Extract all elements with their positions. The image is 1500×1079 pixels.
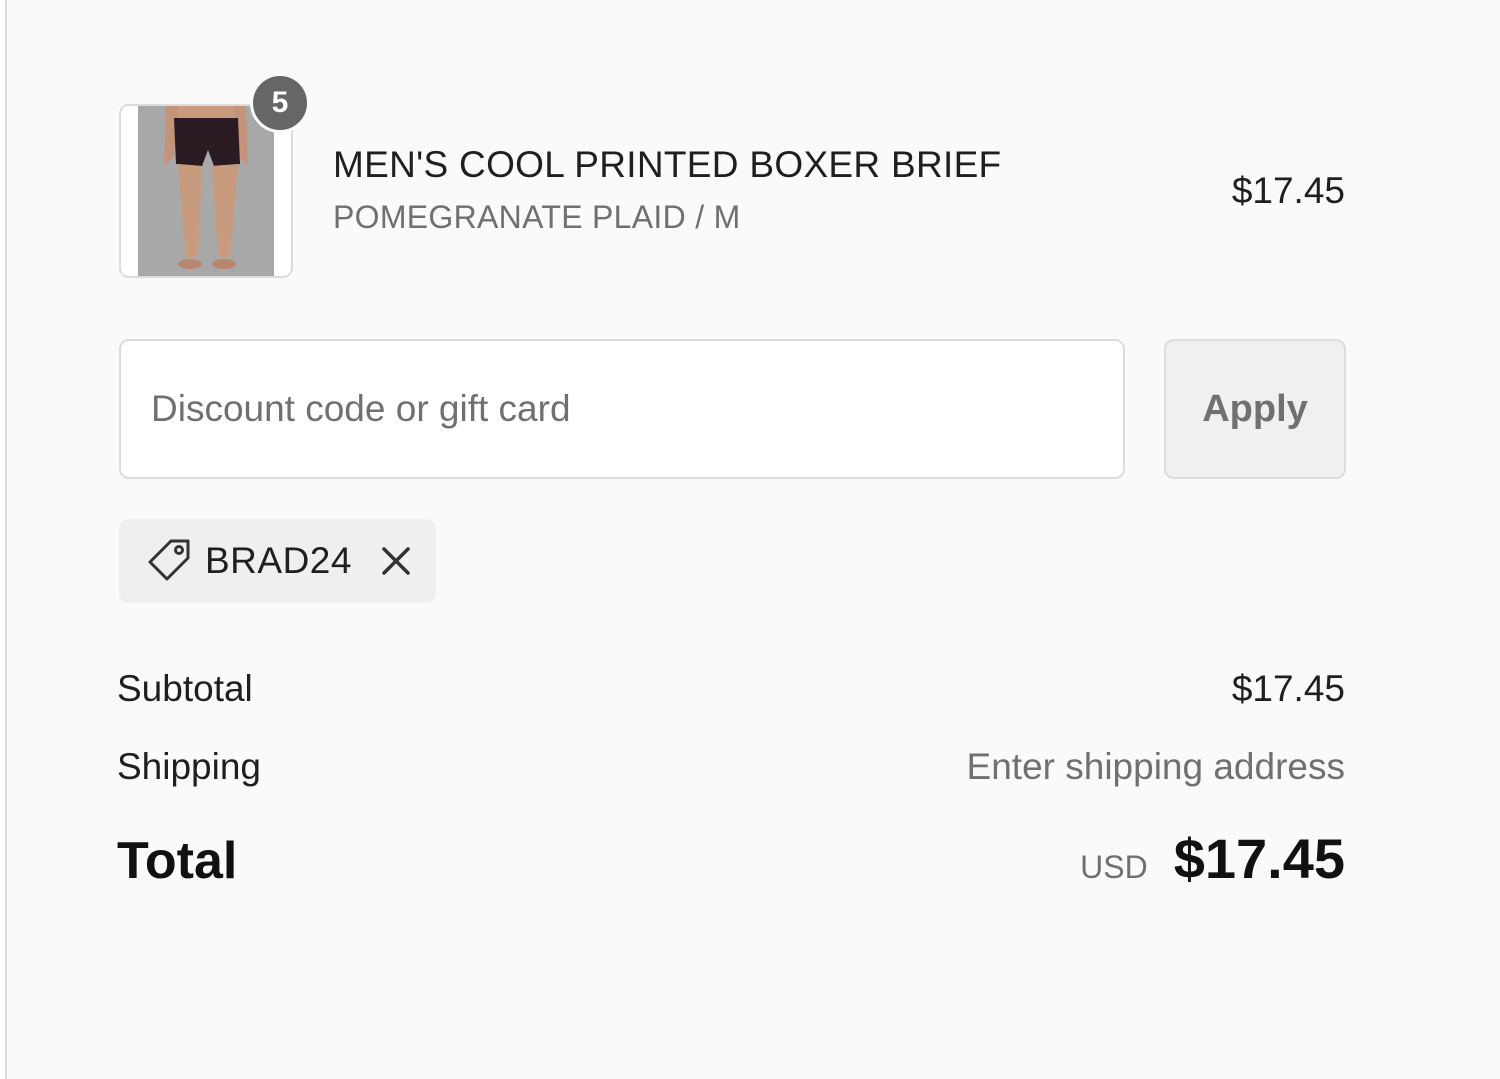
currency-code: USD bbox=[1080, 849, 1148, 885]
shipping-row: Shipping Enter shipping address bbox=[117, 746, 1345, 788]
total-value: $17.45 bbox=[1173, 827, 1345, 890]
product-name: MEN'S COOL PRINTED BOXER BRIEF bbox=[333, 144, 1002, 185]
tag-icon bbox=[145, 537, 193, 585]
product-photo-illustration bbox=[138, 106, 274, 276]
applied-discount-chip: BRAD24 bbox=[119, 519, 436, 603]
close-icon[interactable] bbox=[378, 543, 414, 579]
subtotal-row: Subtotal $17.45 bbox=[117, 668, 1345, 710]
line-item: 5 MEN'S COOL PRINTED BOXER BRIEF POMEGRA… bbox=[119, 73, 1345, 280]
product-variant: POMEGRANATE PLAID / M bbox=[333, 199, 741, 235]
product-image bbox=[138, 106, 274, 276]
quantity-badge: 5 bbox=[250, 73, 310, 133]
product-price: $17.45 bbox=[1231, 170, 1345, 211]
subtotal-value: $17.45 bbox=[1231, 668, 1345, 709]
applied-discount-code: BRAD24 bbox=[205, 540, 352, 581]
subtotal-label: Subtotal bbox=[117, 668, 253, 709]
shipping-label: Shipping bbox=[117, 746, 262, 787]
order-summary-panel: 5 MEN'S COOL PRINTED BOXER BRIEF POMEGRA… bbox=[5, 0, 1500, 1079]
discount-form: Apply bbox=[119, 339, 1346, 479]
total-row: Total USD $17.45 bbox=[117, 826, 1345, 891]
total-amount-group: USD $17.45 bbox=[1080, 826, 1345, 891]
product-info: MEN'S COOL PRINTED BOXER BRIEF POMEGRANA… bbox=[333, 144, 1001, 236]
shipping-value: Enter shipping address bbox=[966, 746, 1345, 787]
apply-button[interactable]: Apply bbox=[1164, 339, 1346, 479]
total-label: Total bbox=[117, 832, 238, 890]
discount-code-input[interactable] bbox=[119, 339, 1125, 479]
